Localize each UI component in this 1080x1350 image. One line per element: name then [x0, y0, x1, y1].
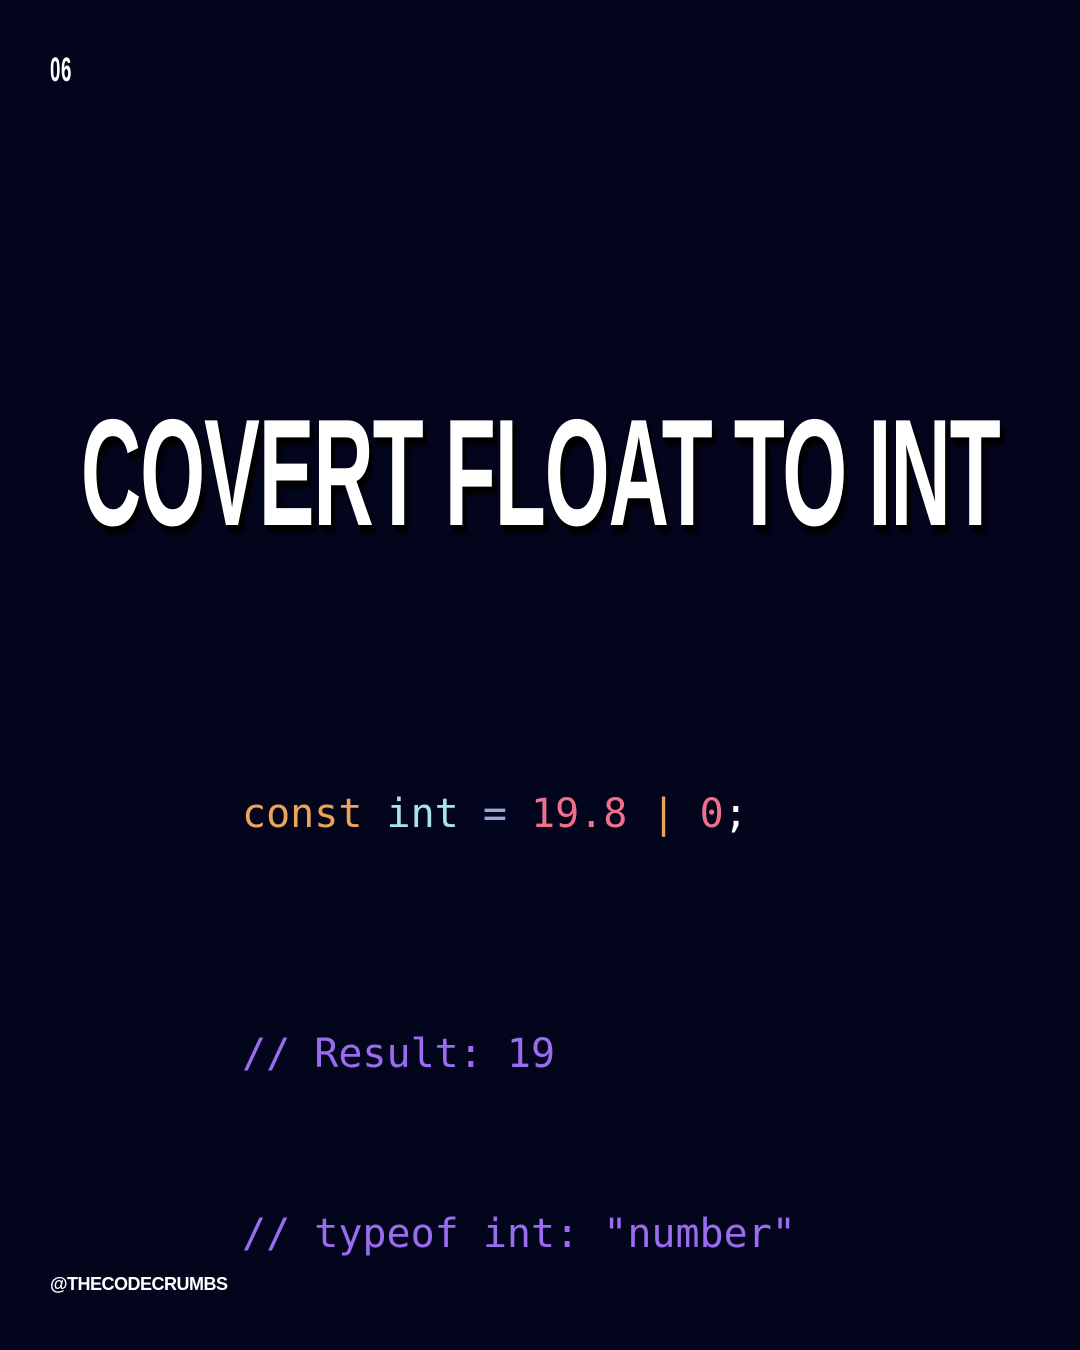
title-container: COVERT FLOAT TO INT [0, 388, 1080, 558]
code-number: 19.8 [531, 791, 628, 837]
code-line-1: const int = 19.8 | 0; [242, 784, 796, 844]
page-title: COVERT FLOAT TO INT [80, 388, 1001, 558]
code-semicolon: ; [723, 791, 748, 837]
code-block: const int = 19.8 | 0; // Result: 19 // t… [242, 664, 796, 1324]
code-pipe: | [651, 791, 676, 837]
code-comment-result: // Result: 19 [242, 1031, 556, 1077]
code-zero: 0 [699, 791, 724, 837]
account-handle: @THECODECRUMBS [50, 1274, 228, 1294]
code-keyword: const [242, 791, 363, 837]
code-identifier: int [386, 791, 459, 837]
code-comment-typeof: // typeof int: "number" [242, 1211, 796, 1257]
slide-number: 06 [50, 51, 72, 89]
code-operator: = [482, 791, 507, 837]
